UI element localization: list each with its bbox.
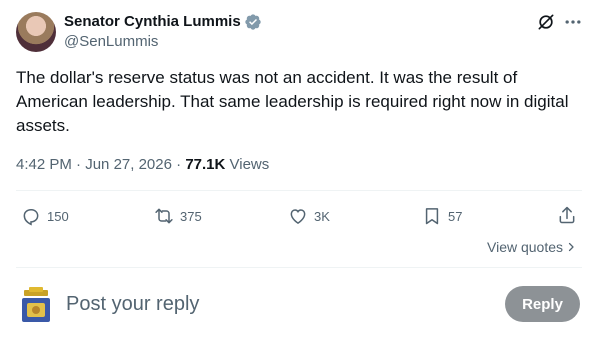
reply-button[interactable]: 150 xyxy=(21,205,69,227)
verified-badge-icon xyxy=(245,14,261,30)
grok-icon[interactable] xyxy=(536,12,556,32)
tweet-text: The dollar's reserve status was not an a… xyxy=(16,68,569,135)
share-icon[interactable] xyxy=(557,205,577,225)
bookmark-icon xyxy=(425,208,439,225)
tweet-time[interactable]: 4:42 PM xyxy=(16,156,72,173)
view-quotes-label: View quotes xyxy=(487,239,564,255)
like-button[interactable]: 3K xyxy=(288,205,330,227)
bookmark-button[interactable]: 57 xyxy=(422,205,462,227)
author-avatar[interactable] xyxy=(16,12,56,52)
author-name[interactable]: Senator Cynthia Lummis xyxy=(64,12,241,32)
view-quotes-link[interactable]: View quotes xyxy=(487,237,577,257)
repost-count: 375 xyxy=(180,208,202,224)
meta-separator: · xyxy=(176,156,186,173)
tweet-meta: 4:42 PM · Jun 27, 2026 · 77.1K Views xyxy=(16,155,269,175)
tweet-date[interactable]: Jun 27, 2026 xyxy=(85,156,172,173)
heart-icon xyxy=(290,209,306,224)
chevron-right-icon xyxy=(568,242,574,252)
more-icon[interactable] xyxy=(563,12,583,32)
bookmark-count: 57 xyxy=(448,208,463,224)
author-handle[interactable]: @SenLummis xyxy=(64,32,158,52)
reply-icon xyxy=(23,209,39,226)
user-avatar-icon xyxy=(22,287,50,322)
reply-input[interactable]: Post your reply xyxy=(66,290,466,318)
divider xyxy=(16,267,582,268)
reply-submit-button[interactable]: Reply xyxy=(505,286,580,322)
repost-icon xyxy=(155,208,173,224)
like-count: 3K xyxy=(314,208,330,224)
views-label: Views xyxy=(229,156,270,173)
divider xyxy=(16,190,582,191)
repost-button[interactable]: 375 xyxy=(154,205,202,227)
views-count: 77.1K xyxy=(185,156,226,173)
reply-count: 150 xyxy=(47,208,69,224)
meta-separator: · xyxy=(76,156,86,173)
